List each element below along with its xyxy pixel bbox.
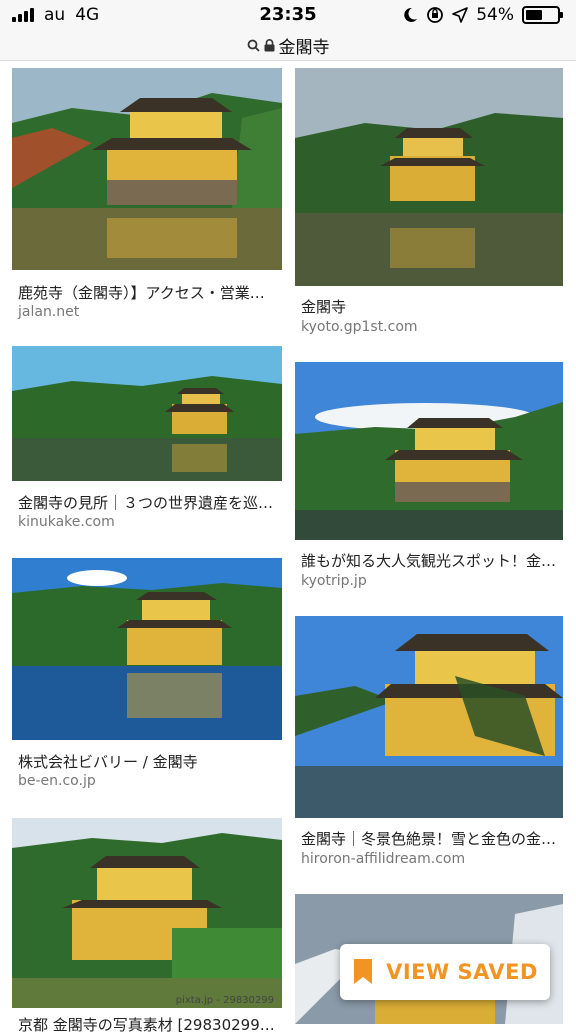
result-title[interactable]: 金閣寺 xyxy=(301,296,557,317)
result-card[interactable]: pixta.jp - 29830299 京都 金閣寺の写真素材 [2983029… xyxy=(12,818,282,1034)
bookmark-icon xyxy=(354,959,373,984)
result-title[interactable]: 鹿苑寺（金閣寺）】アクセス・営業時間・料金情報 - じゃらんnet xyxy=(18,282,276,303)
url-bar[interactable]: 金閣寺 xyxy=(0,30,576,61)
result-source[interactable]: be-en.co.jp xyxy=(18,773,96,789)
orientation-lock-icon xyxy=(427,7,444,23)
result-card[interactable]: 金閣寺 kyoto.gp1st.com xyxy=(295,68,563,340)
result-source[interactable]: kyoto.gp1st.com xyxy=(301,319,418,335)
result-card[interactable]: 誰もが知る大人気観光スポット！金閣寺 kyotrip.jp xyxy=(295,362,563,592)
result-thumbnail[interactable] xyxy=(12,558,282,740)
battery-percent: 54% xyxy=(476,5,514,25)
result-card[interactable]: 株式会社ビバリー / 金閣寺 be-en.co.jp xyxy=(12,558,282,794)
result-thumbnail[interactable] xyxy=(295,616,563,818)
view-saved-label: VIEW SAVED xyxy=(386,960,538,984)
result-source[interactable]: kyotrip.jp xyxy=(301,573,367,589)
search-icon xyxy=(247,39,260,52)
result-title[interactable]: 誰もが知る大人気観光スポット！金閣寺 xyxy=(301,550,557,571)
result-thumbnail[interactable] xyxy=(295,68,563,286)
result-title[interactable]: 金閣寺｜冬景色絶景！雪と金色の金閣寺 xyxy=(301,828,557,849)
page-title: 金閣寺 xyxy=(278,37,330,58)
result-title[interactable]: 金閣寺の見所｜３つの世界遺産を巡る京都旅 xyxy=(18,492,276,513)
moon-icon xyxy=(404,7,418,22)
result-thumbnail[interactable]: pixta.jp - 29830299 xyxy=(12,818,282,1008)
location-icon xyxy=(452,7,469,23)
lock-icon xyxy=(264,38,274,51)
image-watermark: pixta.jp - 29830299 xyxy=(175,995,274,1006)
result-source[interactable]: hiroron-affilidream.com xyxy=(301,851,465,867)
status-bar: au 4G 23:35 54% xyxy=(0,0,576,30)
result-title[interactable]: 京都 金閣寺の写真素材 [29830299] - PIXTA xyxy=(18,1014,276,1035)
result-source[interactable]: kinukake.com xyxy=(18,514,115,530)
result-source[interactable]: jalan.net xyxy=(18,304,79,320)
result-thumbnail[interactable] xyxy=(295,362,563,540)
result-card[interactable]: 鹿苑寺（金閣寺）】アクセス・営業時間・料金情報 - じゃらんnet jalan.… xyxy=(12,68,282,328)
battery-icon xyxy=(522,6,563,24)
result-title[interactable]: 株式会社ビバリー / 金閣寺 xyxy=(18,751,276,772)
result-card[interactable]: 金閣寺｜冬景色絶景！雪と金色の金閣寺 hiroron-affilidream.c… xyxy=(295,616,563,872)
result-card[interactable]: 金閣寺の見所｜３つの世界遺産を巡る京都旅 kinukake.com xyxy=(12,346,282,536)
status-right: 54% xyxy=(402,5,563,25)
result-thumbnail[interactable] xyxy=(12,68,282,270)
result-thumbnail[interactable] xyxy=(12,346,282,481)
view-saved-button[interactable]: VIEW SAVED xyxy=(340,944,550,1000)
